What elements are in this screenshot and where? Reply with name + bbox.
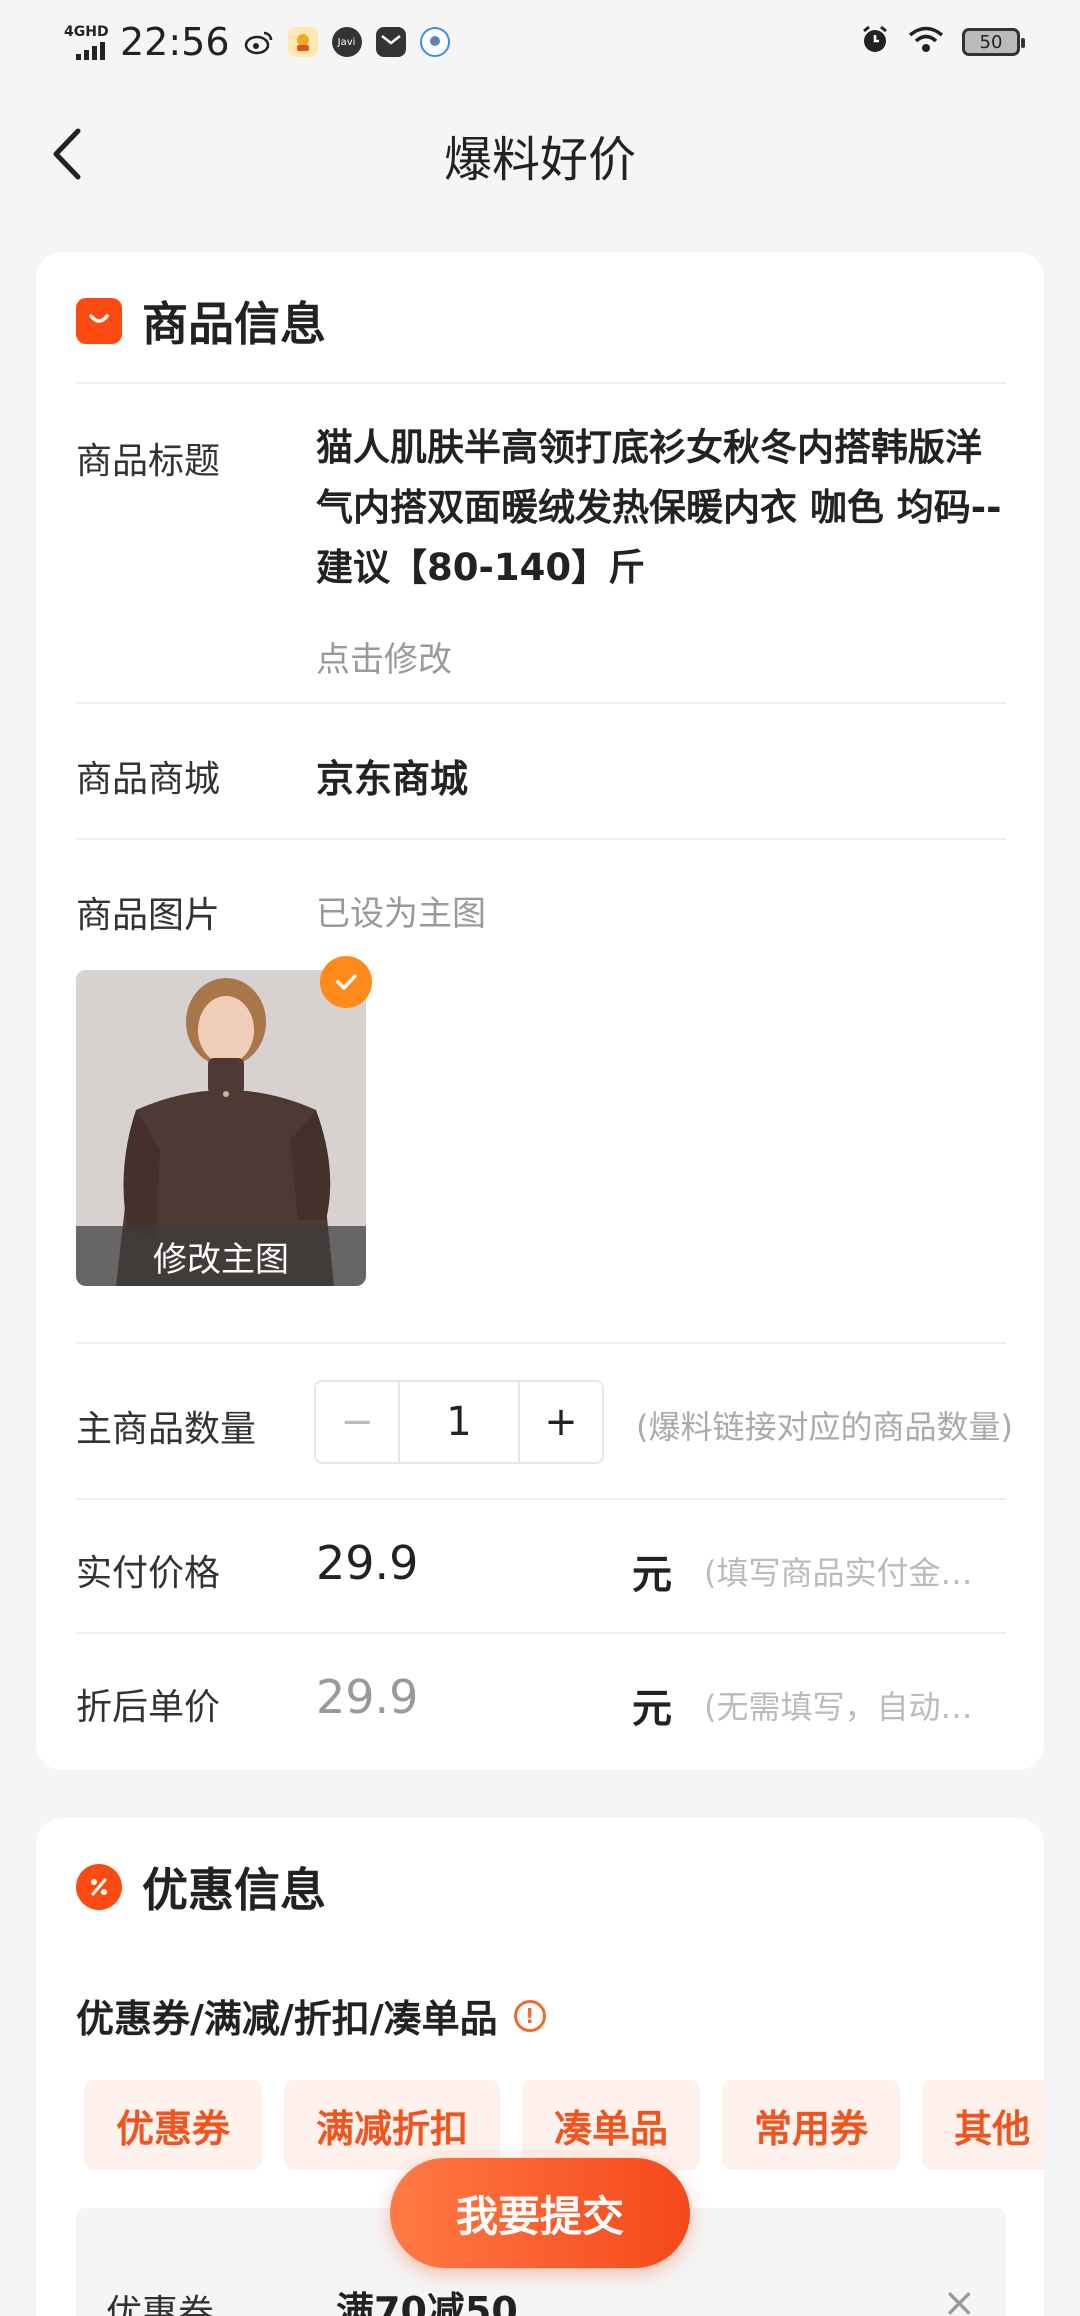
main-image-hint: 已设为主图 (316, 894, 486, 934)
title-label: 商品标题 (76, 441, 221, 482)
section-title: 优惠信息 (142, 1863, 326, 1917)
image-label: 商品图片 (76, 895, 221, 936)
quantity-hint: (爆料链接对应的商品数量) (636, 1408, 1013, 1446)
network-type: 4GHD (64, 24, 109, 40)
checkmark-icon (320, 956, 372, 1008)
mail-icon (375, 27, 406, 57)
chevron-left-icon (53, 128, 81, 180)
chip-coupon[interactable]: 优惠券 (84, 2080, 263, 2170)
quantity-label: 主商品数量 (76, 1409, 257, 1450)
increment-button[interactable]: + (520, 1382, 602, 1462)
weibo-icon (244, 27, 274, 57)
quantity-stepper: − 1 + (314, 1380, 604, 1464)
app-notification-icon (287, 27, 318, 57)
unit-price-hint: (无需填写，自动… (704, 1688, 973, 1726)
product-info-card: 商品信息 商品标题 猫人肌肤半高领打底衫女秋冬内搭韩版洋气内搭双面暖绒发热保暖内… (36, 252, 1044, 1770)
product-title-value: 猫人肌肤半高领打底衫女秋冬内搭韩版洋气内搭双面暖绒发热保暖内衣 咖色 均码--建… (316, 426, 1002, 589)
discount-icon (76, 1864, 122, 1910)
page-title: 爆料好价 (443, 132, 636, 188)
chip-bundle-item[interactable]: 凑单品 (522, 2080, 701, 2170)
edit-title-link[interactable]: 点击修改 (316, 632, 452, 681)
location-app-icon (419, 27, 450, 57)
chip-common-coupon[interactable]: 常用券 (722, 2080, 901, 2170)
unit-price-label: 折后单价 (76, 1687, 221, 1728)
discount-subtitle-text: 优惠券/满减/折扣/凑单品 (76, 1997, 498, 2041)
coupon-label: 优惠券 (106, 2293, 215, 2316)
discount-subtitle: 优惠券/满减/折扣/凑单品 ! (76, 1988, 546, 2043)
submit-button[interactable]: 我要提交 (390, 2158, 690, 2268)
product-info-header: 商品信息 (76, 288, 326, 354)
divider (76, 1632, 1006, 1634)
paid-price-input[interactable]: 29.9 (316, 1536, 418, 1590)
chip-other[interactable]: 其他 (922, 2080, 1044, 2170)
chip-full-reduction[interactable]: 满减折扣 (284, 2080, 501, 2170)
divider (76, 702, 1006, 704)
paid-price-unit: 元 (632, 1552, 672, 1598)
signal-icon: 4GHD (62, 22, 109, 62)
quantity-value[interactable]: 1 (398, 1382, 520, 1462)
mall-value: 京东商城 (316, 757, 469, 801)
shopping-bag-icon (76, 298, 122, 344)
coupon-value[interactable]: 满70减50 (336, 2280, 518, 2316)
divider (76, 838, 1006, 840)
edit-main-image-button[interactable]: 修改主图 (76, 1226, 366, 1286)
nav-bar: 爆料好价 (0, 100, 1080, 210)
unit-price-value: 29.9 (316, 1670, 419, 1724)
unit-price-unit: 元 (632, 1686, 672, 1732)
divider (76, 382, 1006, 384)
javi-icon: Javi (331, 27, 362, 57)
status-time: 22:56 (120, 20, 230, 64)
mall-label: 商品商城 (76, 759, 221, 800)
decrement-button[interactable]: − (316, 1382, 398, 1462)
divider (76, 1342, 1006, 1344)
info-icon[interactable]: ! (513, 1999, 546, 2032)
product-image[interactable]: 修改主图 (76, 970, 366, 1286)
close-icon[interactable]: × (942, 2280, 976, 2316)
paid-price-label: 实付价格 (76, 1553, 221, 1594)
wifi-icon (908, 26, 944, 58)
back-button[interactable] (50, 124, 110, 184)
paid-price-hint: (填写商品实付金… (704, 1554, 973, 1592)
discount-info-header: 优惠信息 (76, 1854, 326, 1920)
alarm-icon (860, 25, 890, 59)
status-bar: 4GHD 22:56 Javi 50 (0, 0, 1080, 84)
battery-icon: 50 (962, 28, 1025, 56)
section-title: 商品信息 (142, 297, 326, 351)
divider (76, 1498, 1006, 1500)
